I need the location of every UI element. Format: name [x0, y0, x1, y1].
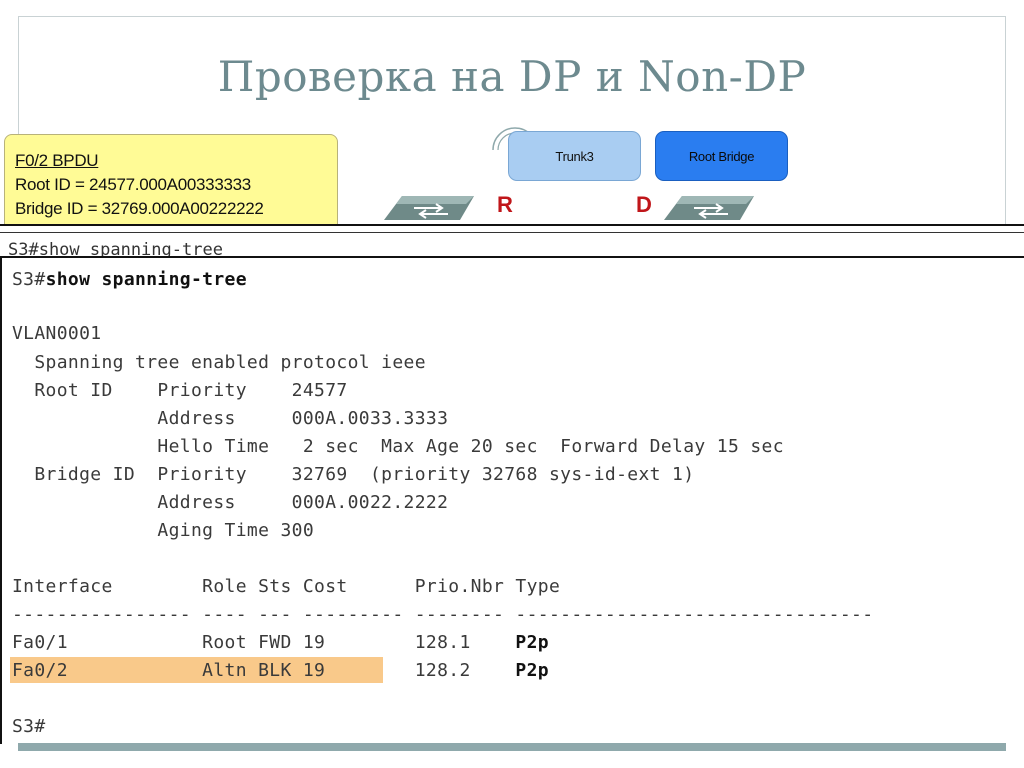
slide-title: Проверка на DP и Non-DP [217, 52, 807, 101]
cut-command-text: S3#show spanning-tree [8, 240, 223, 258]
row-type: P2p [515, 660, 549, 681]
command-line: S3#show spanning-tree [12, 266, 247, 294]
port-role-designated: D [636, 192, 652, 217]
table-header: Interface Role Sts Cost Prio.Nbr Type [12, 576, 561, 597]
row-type: P2p [515, 632, 549, 653]
terminal-band: S3#show spanning-tree [0, 224, 1024, 258]
row-fields: Fa0/1 Root FWD 19 128.1 [12, 632, 516, 653]
table-row: Fa0/1 Root FWD 19 128.1 P2p [12, 629, 549, 657]
bpdu-heading: F0/2 BPDU [15, 151, 99, 170]
root-address-line: Address 000A.0033.3333 [12, 408, 449, 429]
table-rule: ---------------- ---- --- --------- ----… [12, 604, 874, 625]
prompt: S3# [12, 269, 46, 290]
root-priority-line: Root ID Priority 24577 [12, 380, 348, 401]
switch-icon [664, 196, 754, 220]
bridge-priority-line: Bridge ID Priority 32769 (priority 32768… [12, 464, 695, 485]
bpdu-bridge-id: Bridge ID = 32769.000A00222222 [15, 199, 264, 218]
topology-diagram: F0/2 BPDU Root ID = 24577.000A00333333 B… [0, 128, 1024, 224]
bridge-address-line: Address 000A.0022.2222 [12, 492, 449, 513]
root-bridge-label: Root Bridge [655, 131, 788, 181]
terminal-output: S3#show spanning-tree VLAN0001 Spanning … [0, 258, 1024, 744]
switch-icon [384, 196, 474, 220]
vlan-line: VLAN0001 [12, 323, 102, 344]
footer-bar [18, 743, 1006, 751]
row-fields: Fa0/2 Altn BLK 19 128.2 [12, 660, 516, 681]
hello-time-line: Hello Time 2 sec Max Age 20 sec Forward … [12, 436, 784, 457]
command: show spanning-tree [45, 269, 247, 290]
bpdu-info-box: F0/2 BPDU Root ID = 24577.000A00333333 B… [4, 134, 338, 224]
protocol-line: Spanning tree enabled protocol ieee [12, 352, 426, 373]
divider [0, 232, 1024, 233]
final-prompt: S3# [12, 716, 46, 737]
table-row: Fa0/2 Altn BLK 19 128.2 P2p [12, 657, 549, 685]
trunk-label: Trunk3 [508, 131, 641, 181]
port-role-root: R [497, 192, 513, 217]
bpdu-root-id: Root ID = 24577.000A00333333 [15, 175, 251, 194]
aging-time-line: Aging Time 300 [12, 520, 315, 541]
